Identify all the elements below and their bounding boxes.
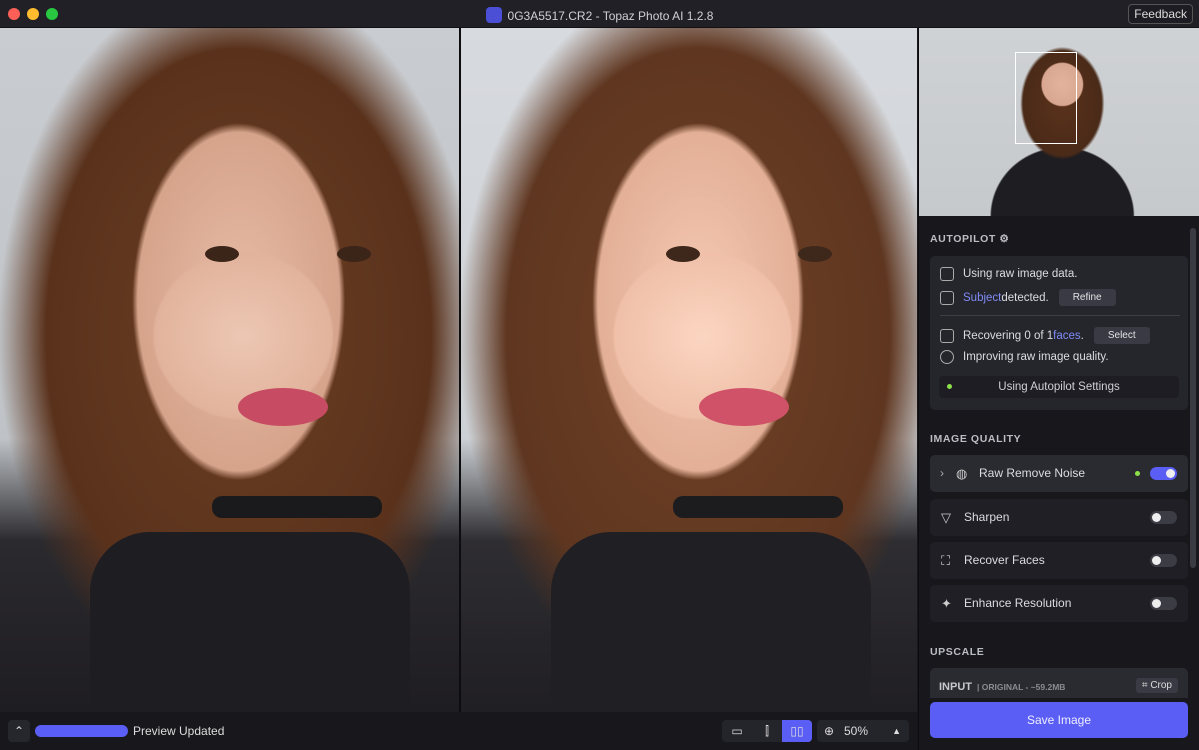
autopilot-heading: AUTOPILOT ⚙: [930, 233, 1009, 245]
sparkle-icon: ✦: [941, 596, 952, 611]
photo-detail: [699, 388, 789, 426]
subject-icon: [940, 290, 954, 305]
window-title-text: 0G3A5517.CR2 - Topaz Photo AI 1.2.8: [507, 9, 714, 23]
split-view-icon[interactable]: ⫿: [752, 720, 782, 742]
zoom-level: 50%: [844, 724, 869, 738]
feedback-button[interactable]: Feedback: [1128, 4, 1193, 24]
side-by-side-view-icon[interactable]: ▯▯: [782, 720, 812, 742]
window-title: 0G3A5517.CR2 - Topaz Photo AI 1.2.8: [0, 7, 1199, 23]
crop-button[interactable]: ⌗ Crop: [1135, 678, 1178, 693]
select-button[interactable]: Select: [1093, 327, 1150, 344]
photo-detail: [673, 496, 843, 518]
bottom-bar: ⌃ Preview Updated ▭ ⫿ ▯▯ ⊕ 50% ▲: [0, 712, 918, 750]
view-mode-group: ▭ ⫿ ▯▯: [722, 720, 812, 742]
face-icon: [940, 328, 954, 343]
active-dot: [947, 384, 952, 389]
save-image-button[interactable]: Save Image: [930, 702, 1188, 738]
faces-status: Recovering 0 of 1: [963, 329, 1054, 342]
upscale-heading: UPSCALE: [930, 646, 985, 658]
photo-detail: [666, 246, 700, 262]
enhance-resolution-label: Enhance Resolution: [964, 596, 1072, 610]
raw-status: Using raw image data.: [963, 268, 1078, 280]
preview-status: Preview Updated: [133, 724, 225, 738]
input-detail: | ORIGINAL - ~59.2MB: [977, 682, 1066, 692]
face-icon: ⛶: [941, 553, 951, 568]
photo-detail: [90, 532, 410, 712]
input-label: INPUT: [939, 681, 972, 693]
processed-preview-image[interactable]: [461, 28, 917, 712]
crop-label: Crop: [1150, 680, 1172, 691]
autopilot-settings-label: Using Autopilot Settings: [998, 381, 1120, 393]
zoom-control[interactable]: ⊕ 50% ▲: [817, 720, 909, 742]
sharpen-icon: ▽: [941, 510, 951, 525]
photo-detail: [205, 246, 239, 262]
navigator-viewport-frame[interactable]: [1015, 52, 1077, 144]
recover-faces-row[interactable]: ⛶ Recover Faces: [930, 542, 1188, 579]
gear-icon[interactable]: ⚙: [999, 233, 1009, 245]
active-dot: [1135, 471, 1140, 476]
autopilot-settings-button[interactable]: Using Autopilot Settings: [939, 376, 1179, 398]
refine-button[interactable]: Refine: [1058, 289, 1116, 306]
triangle-up-icon[interactable]: ▲: [892, 720, 901, 742]
subject-status: detected.: [1001, 291, 1049, 304]
title-bar: 0G3A5517.CR2 - Topaz Photo AI 1.2.8 Feed…: [0, 0, 1199, 28]
sidebar-scrollbar[interactable]: [1190, 228, 1196, 568]
chevron-up-icon[interactable]: ⌃: [8, 720, 30, 742]
raw-remove-noise-toggle[interactable]: [1150, 467, 1177, 480]
sharpen-label: Sharpen: [964, 510, 1010, 524]
photo-detail: [337, 246, 371, 262]
recover-faces-toggle[interactable]: [1150, 554, 1177, 567]
photo-detail: [238, 388, 328, 426]
recover-faces-label: Recover Faces: [964, 553, 1045, 567]
sharpen-row[interactable]: ▽ Sharpen: [930, 499, 1188, 536]
raw-remove-noise-label: Raw Remove Noise: [979, 466, 1086, 480]
raw-noise-icon: ◍: [956, 466, 968, 481]
sharpen-toggle[interactable]: [1150, 511, 1177, 524]
enhance-resolution-row[interactable]: ✦ Enhance Resolution: [930, 585, 1188, 622]
photo-detail: [212, 496, 382, 518]
navigator-thumbnail[interactable]: [919, 28, 1199, 216]
raw-quality-icon: [940, 350, 954, 364]
original-preview-image[interactable]: [0, 28, 459, 712]
photo-detail: [551, 532, 871, 712]
quality-status: Improving raw image quality.: [963, 351, 1109, 363]
zoom-icon: ⊕: [824, 724, 835, 738]
raw-remove-noise-row[interactable]: › ◍ Raw Remove Noise: [930, 455, 1188, 492]
crop-icon: ⌗: [1141, 680, 1148, 691]
autopilot-heading-text: AUTOPILOT: [930, 233, 996, 245]
photo-detail: [798, 246, 832, 262]
chevron-right-icon[interactable]: ›: [940, 455, 944, 492]
sidebar: AUTOPILOT ⚙ Using raw image data. Subjec…: [918, 28, 1199, 750]
divider: [940, 315, 1180, 316]
image-quality-heading: IMAGE QUALITY: [930, 433, 1022, 445]
single-view-icon[interactable]: ▭: [722, 720, 752, 742]
faces-suffix: .: [1080, 329, 1084, 342]
faces-link[interactable]: faces: [1053, 330, 1081, 342]
subject-link[interactable]: Subject: [963, 292, 1001, 304]
enhance-resolution-toggle[interactable]: [1150, 597, 1177, 610]
autopilot-card: Using raw image data. Subject detected. R…: [930, 256, 1188, 410]
raw-file-icon: [940, 267, 954, 281]
upscale-input-card: INPUT | ORIGINAL - ~59.2MB ⌗ Crop: [930, 668, 1188, 698]
topaz-logo-icon: [485, 7, 502, 23]
preview-progress-bar: [35, 725, 128, 737]
